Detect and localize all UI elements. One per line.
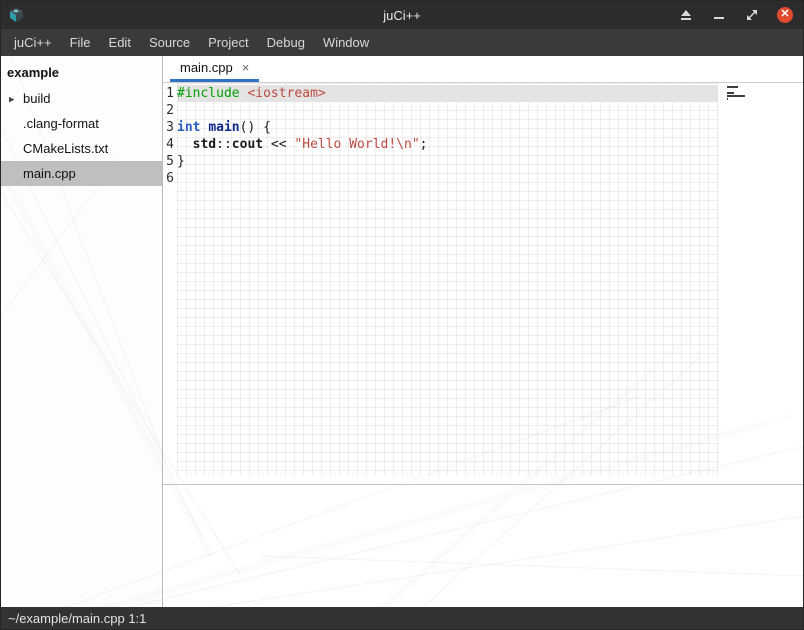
code-text: } xyxy=(177,153,718,170)
keep-above-icon[interactable] xyxy=(678,7,694,23)
app-logo-icon xyxy=(8,6,26,24)
code-text xyxy=(177,102,718,119)
code-line[interactable]: 5} xyxy=(163,153,803,170)
tabbar: main.cpp × xyxy=(163,56,803,83)
window-controls: ✕ xyxy=(678,7,803,23)
menu-item-source[interactable]: Source xyxy=(140,29,199,56)
menu-item-project[interactable]: Project xyxy=(199,29,257,56)
file-tree-item-main-cpp[interactable]: main.cpp xyxy=(1,161,162,186)
file-name-label: CMakeLists.txt xyxy=(1,141,108,156)
code-text: std::cout << "Hello World!\n"; xyxy=(177,136,718,153)
code-line[interactable]: 6 xyxy=(163,170,803,187)
line-number: 1 xyxy=(163,85,177,102)
code-text: int main() { xyxy=(177,119,718,136)
code-text xyxy=(177,170,718,187)
tab-main-cpp[interactable]: main.cpp × xyxy=(170,56,259,82)
close-button[interactable]: ✕ xyxy=(777,7,793,23)
line-number: 5 xyxy=(163,153,177,170)
menu-item-window[interactable]: Window xyxy=(314,29,378,56)
editor-pane: main.cpp × 1#include <iostream>23int mai… xyxy=(163,56,803,607)
sidebar-file-browser: example ▸build .clang-format CMakeLists.tx… xyxy=(1,56,163,607)
code-lines: 1#include <iostream>23int main() {4 std:… xyxy=(163,83,803,187)
minimize-button[interactable] xyxy=(711,7,727,23)
line-number: 2 xyxy=(163,102,177,119)
menubar: juCi++FileEditSourceProjectDebugWindow xyxy=(1,29,803,56)
file-name-label: main.cpp xyxy=(1,166,76,181)
menu-item-edit[interactable]: Edit xyxy=(100,29,140,56)
status-file-position: ~/example/main.cpp 1:1 xyxy=(8,611,146,626)
menu-item-file[interactable]: File xyxy=(61,29,100,56)
file-tree-item--clang-format[interactable]: .clang-format xyxy=(1,111,162,136)
code-editor[interactable]: 1#include <iostream>23int main() {4 std:… xyxy=(163,83,803,484)
maximize-button[interactable] xyxy=(744,7,760,23)
tab-label: main.cpp xyxy=(180,60,233,75)
code-line[interactable]: 2 xyxy=(163,102,803,119)
line-number: 4 xyxy=(163,136,177,153)
code-line[interactable]: 1#include <iostream> xyxy=(163,85,803,102)
main-content: example ▸build .clang-format CMakeLists.tx… xyxy=(1,56,803,607)
menu-item-debug[interactable]: Debug xyxy=(258,29,314,56)
file-name-label: .clang-format xyxy=(1,116,99,131)
expander-icon[interactable]: ▸ xyxy=(9,92,15,105)
menu-item-juci[interactable]: juCi++ xyxy=(5,29,61,56)
code-text: #include <iostream> xyxy=(177,85,718,102)
code-line[interactable]: 4 std::cout << "Hello World!\n"; xyxy=(163,136,803,153)
titlebar: juCi++ ✕ xyxy=(1,1,803,29)
line-number: 6 xyxy=(163,170,177,187)
statusbar: ~/example/main.cpp 1:1 xyxy=(1,607,803,629)
project-root-label[interactable]: example xyxy=(1,60,162,86)
terminal-panel[interactable] xyxy=(163,485,803,607)
file-tree-item-cmakelists-txt[interactable]: CMakeLists.txt xyxy=(1,136,162,161)
line-number: 3 xyxy=(163,119,177,136)
file-tree: ▸build .clang-format CMakeLists.txt main.cp… xyxy=(1,86,162,186)
tab-close-icon[interactable]: × xyxy=(242,60,250,75)
file-tree-item-build[interactable]: ▸build xyxy=(1,86,162,111)
code-line[interactable]: 3int main() { xyxy=(163,119,803,136)
minimap[interactable] xyxy=(727,86,747,104)
app-window: juCi++ ✕ juCi++FileEditSourceProj xyxy=(0,0,804,630)
